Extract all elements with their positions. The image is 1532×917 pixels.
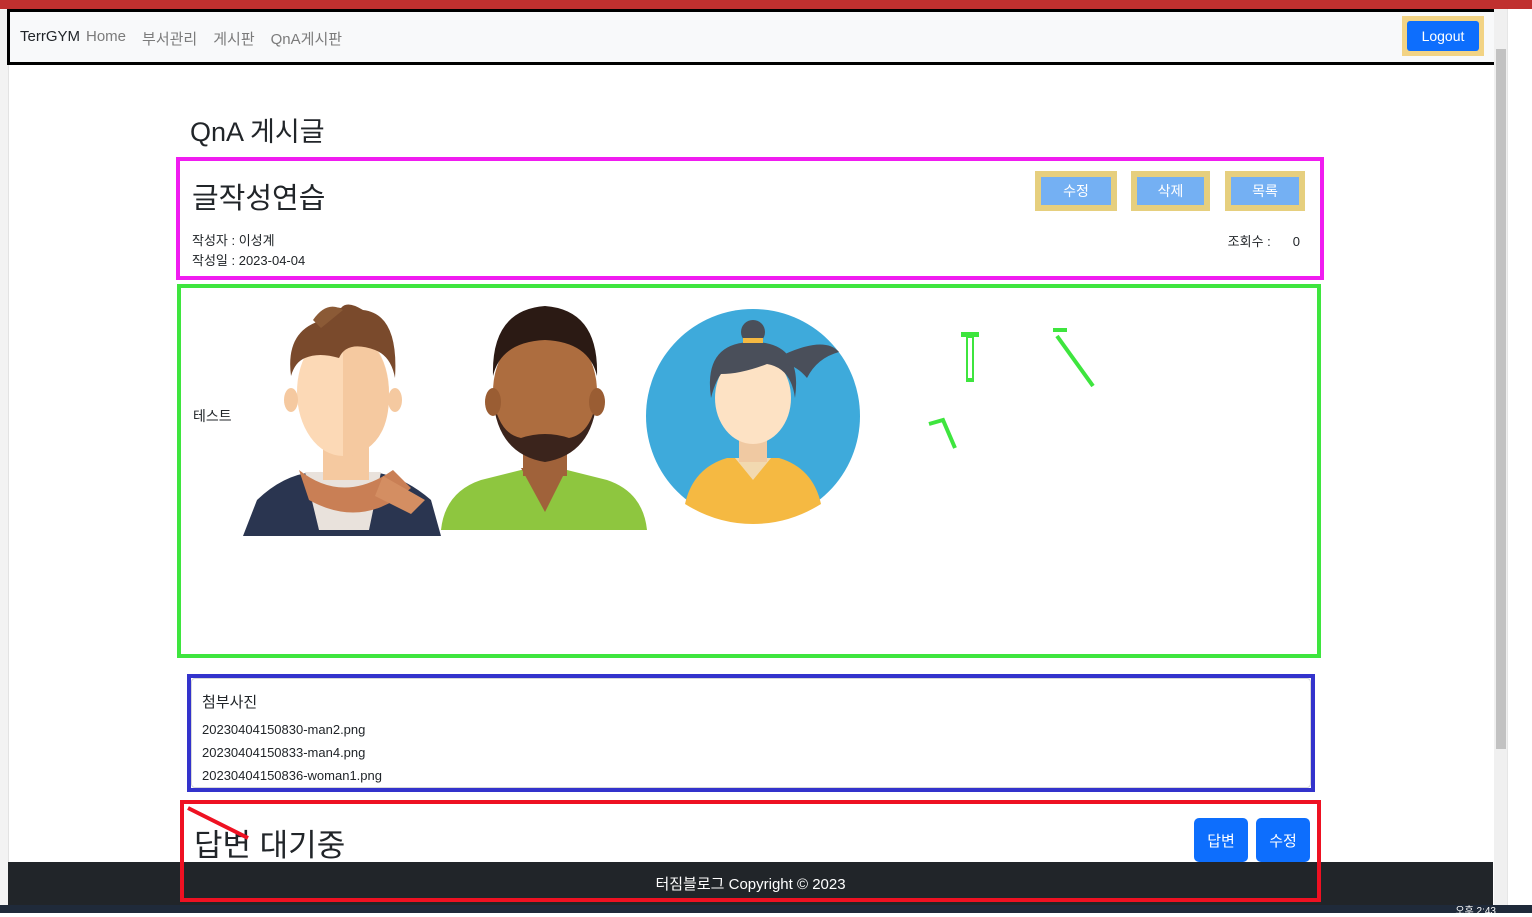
logout-button[interactable]: Logout <box>1407 21 1479 51</box>
post-content: 테스트 <box>177 284 1321 658</box>
delete-button[interactable]: 삭제 <box>1137 177 1204 205</box>
footer-copyright: 터짐블로그 Copyright © 2023 <box>655 876 846 893</box>
attachment-link[interactable]: 20230404150833-man4.png <box>202 741 382 764</box>
attachment-link[interactable]: 20230404150830-man2.png <box>202 718 382 741</box>
edit-button-highlight: 수정 <box>1035 171 1117 211</box>
left-panel-strip <box>0 9 9 905</box>
view-count: 조회수 : 0 <box>1228 231 1300 250</box>
reply-button[interactable]: 답변 <box>1194 818 1248 862</box>
taskbar <box>0 905 1532 913</box>
scrollbar-thumb[interactable] <box>1496 49 1506 749</box>
avatar-woman-image <box>646 309 860 524</box>
right-edge <box>1507 9 1532 905</box>
author-label: 작성자 : 이성계 <box>192 233 275 248</box>
window-top-strip <box>0 0 1532 9</box>
post-meta: 작성자 : 이성계 작성일 : 2023-04-04 <box>192 231 305 271</box>
nav-links: Home 부서관리 게시판 QnA게시판 <box>86 28 358 49</box>
nav-link-department[interactable]: 부서관리 <box>142 28 197 49</box>
red-arrow-annotation <box>187 806 249 840</box>
logout-highlight: Logout <box>1402 16 1484 56</box>
answer-edit-button[interactable]: 수정 <box>1256 818 1310 862</box>
post-header-card: 글작성연습 수정 삭제 목록 작성자 : 이성계 작성일 : 2023-04-0… <box>176 157 1324 280</box>
avatar-man-beard-image <box>441 306 647 530</box>
nav-link-home[interactable]: Home <box>86 28 126 49</box>
attachments-list: 20230404150830-man2.png 20230404150833-m… <box>202 718 382 787</box>
list-button-highlight: 목록 <box>1225 171 1305 211</box>
nav-link-board[interactable]: 게시판 <box>213 28 254 49</box>
annotation-marks <box>928 328 1095 449</box>
nav-link-qna-board[interactable]: QnA게시판 <box>271 28 342 49</box>
delete-button-highlight: 삭제 <box>1131 171 1210 211</box>
attachments-card: 첨부사진 20230404150830-man2.png 20230404150… <box>187 674 1315 792</box>
brand-link[interactable]: TerrGYM <box>20 28 80 45</box>
content-text: 테스트 <box>193 408 232 424</box>
attachment-link[interactable]: 20230404150836-woman1.png <box>202 764 382 787</box>
avatar-man-scarf-image <box>243 304 441 536</box>
views-value: 0 <box>1292 234 1300 249</box>
vertical-scrollbar[interactable] <box>1494 9 1508 905</box>
edit-button[interactable]: 수정 <box>1041 177 1111 205</box>
taskbar-clock: 오후 2:43 <box>1455 906 1496 917</box>
date-label: 작성일 : 2023-04-04 <box>192 253 306 268</box>
list-button[interactable]: 목록 <box>1231 177 1299 205</box>
post-title: 글작성연습 <box>192 183 326 215</box>
attachments-title: 첨부사진 <box>202 694 258 711</box>
navbar: TerrGYM Home 부서관리 게시판 QnA게시판 Logout <box>7 9 1497 65</box>
footer: 터짐블로그 Copyright © 2023 <box>8 862 1493 905</box>
views-label: 조회수 : <box>1227 234 1271 249</box>
page-title: QnA 게시글 <box>190 117 325 147</box>
